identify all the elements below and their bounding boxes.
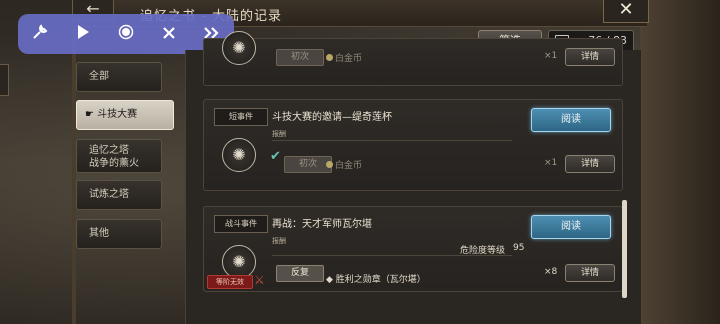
record-card: ✺ 初次 白金币 ×1 详情 [203,31,623,86]
emblem-icon: ✺ [222,31,256,65]
event-type-tag: 战斗事件 [214,215,268,233]
event-title: 再战：天才军师瓦尔堪 [272,219,372,230]
sidebar-item-other[interactable]: 其他 [76,219,162,249]
pointing-hand-icon: ☛ [85,109,94,120]
coin-icon [326,161,333,168]
divider [272,140,512,141]
reward-item: 白金币 [326,158,362,171]
coin-icon [326,54,333,61]
read-button[interactable]: 阅读 [531,215,611,239]
sidebar-item-label: ☛ 斗技大赛 [85,109,138,120]
reward-state-badge: 初次 [284,156,332,173]
record-card: 战斗事件 再战：天才军师瓦尔堪 阅读 报酬 危险度等级 95 ✺ 等阶无效 ⚔ … [203,206,623,292]
close-button[interactable]: ✕ [603,0,649,23]
read-button[interactable]: 阅读 [531,108,611,132]
sidebar-item-label: 全部 [89,71,109,82]
record-icon[interactable] [112,24,140,45]
reward-item: ◆ 胜利之勋章（瓦尔堪） [326,275,426,285]
detail-button[interactable]: 详情 [565,264,615,282]
sidebar-item-label: 试炼之塔 [89,189,129,200]
divider [272,255,512,256]
reward-state-badge: 反复 [276,265,324,282]
sidebar-item-arena[interactable]: ☛ 斗技大赛 [76,100,174,130]
floating-toolbar [18,14,234,54]
event-type-tag: 短事件 [214,108,268,126]
danger-level-value: 95 [513,243,525,253]
reward-state-badge: 初次 [276,49,324,66]
rank-invalid-badge: 等阶无效 [207,275,253,289]
emblem-icon: ✺ [222,138,256,172]
reward-label: 报酬 [272,130,286,138]
detail-button[interactable]: 详情 [565,48,615,66]
emblem-icon: ✺ [222,245,256,279]
reward-quantity: ×8 [544,267,558,277]
sidebar-item-label: 其他 [89,228,109,239]
record-card: 短事件 斗技大赛的邀请—缇奇莲杯 阅读 报酬 ✺ ✔ 初次 白金币 ×1 详情 [203,99,623,191]
medal-icon: ◆ [326,275,333,285]
scrollbar[interactable] [622,200,627,298]
edge-tab[interactable] [0,64,9,96]
reward-label: 报酬 [272,237,286,245]
event-title: 斗技大赛的邀请—缇奇莲杯 [272,112,392,123]
wrench-icon[interactable] [26,23,54,45]
crossed-swords-icon: ⚔ [254,273,265,287]
reward-quantity: ×1 [544,158,558,168]
check-icon: ✔ [270,149,281,164]
reward-item: 白金币 [326,51,362,64]
reward-quantity: ×1 [544,51,558,61]
right-frame [640,0,720,324]
detail-button[interactable]: 详情 [565,155,615,173]
sidebar-item-all[interactable]: 全部 [76,62,162,92]
play-icon[interactable] [69,24,97,45]
sidebar-item-label: 追忆之塔 战争的薰火 [89,145,139,169]
close-icon[interactable] [155,24,183,45]
sidebar-item-tower-memories[interactable]: 追忆之塔 战争的薰火 [76,139,162,173]
sidebar-item-trial-tower[interactable]: 试炼之塔 [76,180,162,210]
